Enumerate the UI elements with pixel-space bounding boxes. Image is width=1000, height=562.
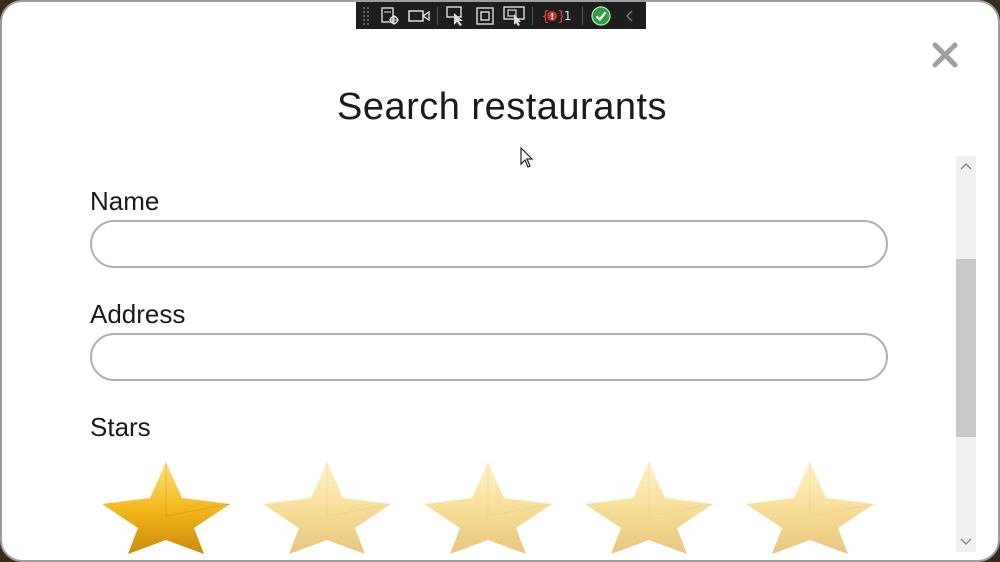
binding-errors-icon[interactable]: {!} (539, 5, 564, 27)
search-dialog: {!} 1 Search restaurants Name Address St… (0, 0, 1000, 562)
star-rating (98, 458, 903, 554)
star-filled-icon[interactable] (98, 458, 234, 554)
toolbar-grip[interactable] (362, 5, 370, 26)
vertical-scrollbar[interactable] (956, 156, 976, 552)
dialog-title: Search restaurants (336, 86, 668, 128)
stars-label: Stars (90, 412, 151, 442)
select-element-icon[interactable] (444, 5, 469, 27)
chevron-up-icon (960, 163, 972, 170)
name-input[interactable] (90, 220, 888, 268)
toolbar-separator (437, 6, 439, 25)
address-input[interactable] (90, 333, 888, 381)
track-focus-icon[interactable] (502, 5, 527, 27)
close-icon (932, 42, 958, 68)
display-layout-adorners-icon[interactable] (473, 5, 498, 27)
live-visual-tree-icon[interactable] (378, 5, 403, 27)
collapse-chevron-icon[interactable] (617, 5, 642, 27)
scroll-up-button[interactable] (956, 156, 976, 176)
svg-text:!: ! (550, 12, 554, 22)
star-empty-icon[interactable] (581, 458, 717, 554)
mouse-pointer-icon (520, 147, 534, 168)
toolbar-separator (581, 6, 583, 25)
star-empty-icon[interactable] (742, 458, 878, 554)
chevron-down-icon (960, 538, 972, 545)
scroll-thumb[interactable] (956, 259, 976, 437)
scroll-down-button[interactable] (956, 532, 976, 552)
toolbar-separator (532, 6, 534, 25)
xaml-debug-toolbar: {!} 1 (356, 2, 646, 29)
svg-text:}: } (557, 9, 563, 25)
name-label: Name (90, 186, 160, 216)
star-empty-icon[interactable] (420, 458, 556, 554)
hot-reload-ok-icon[interactable] (589, 5, 614, 27)
close-button[interactable] (928, 38, 962, 72)
record-icon[interactable] (406, 5, 431, 27)
address-label: Address (90, 299, 186, 329)
binding-error-count: 1 (563, 8, 572, 23)
star-empty-icon[interactable] (259, 458, 395, 554)
